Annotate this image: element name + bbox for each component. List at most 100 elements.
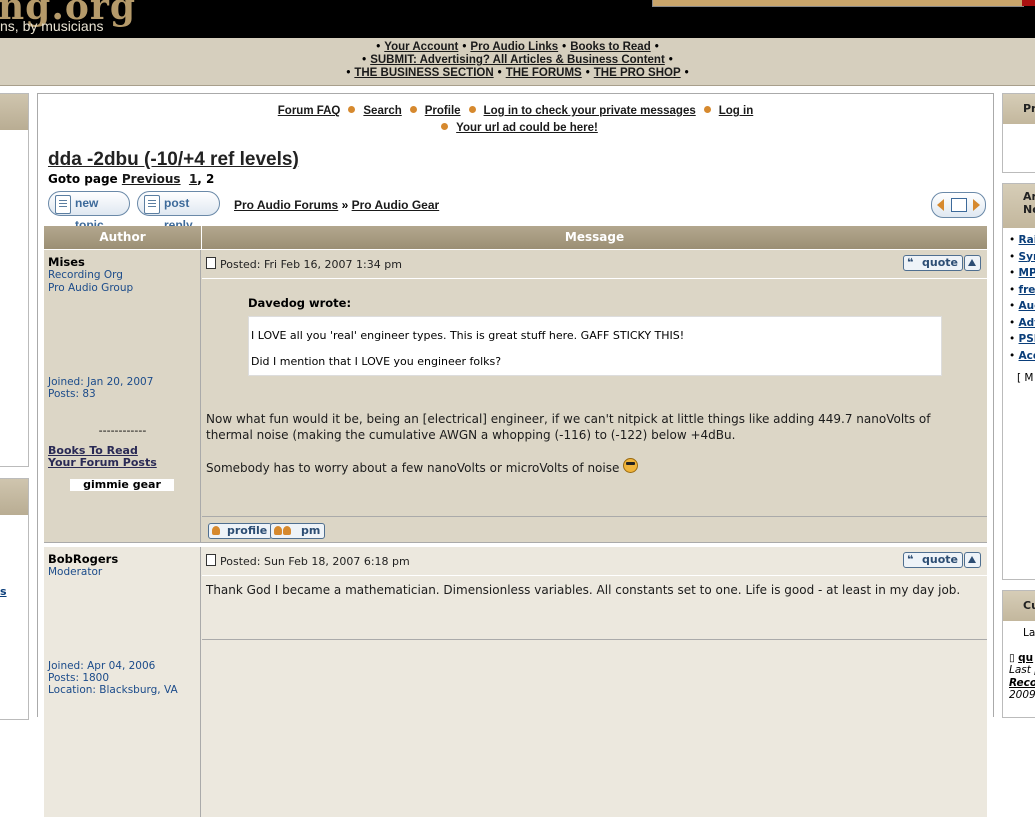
- right-sidebar-box-1: Pr: [1002, 93, 1035, 173]
- news-item[interactable]: • Adv Peac Barr Insu: [1003, 317, 1035, 330]
- pm-icon: [274, 526, 282, 535]
- post-row: BobRogers Moderator Joined: Apr 04, 2006…: [44, 547, 987, 817]
- crumb-forums-link[interactable]: Pro Audio Forums: [234, 198, 338, 212]
- nav-pro-shop[interactable]: THE PRO SHOP: [594, 67, 681, 79]
- pm-button[interactable]: pm: [270, 523, 326, 539]
- ad-banner[interactable]: [652, 0, 1024, 7]
- news-item[interactable]: • Aco & So by A: [1003, 350, 1035, 363]
- gimmie-gear-badge[interactable]: gimmie gear: [70, 479, 174, 491]
- nav-submit[interactable]: SUBMIT: Advertising? All Articles & Busi…: [370, 54, 665, 66]
- bullet-icon: [468, 106, 476, 113]
- post-author-name[interactable]: BobRogers: [48, 552, 196, 566]
- col-message: Message: [564, 230, 625, 244]
- ad-banner-edge: [1022, 0, 1035, 6]
- quote-author: Davedog wrote:: [248, 296, 352, 310]
- bullet-icon: [348, 106, 356, 113]
- topic-title[interactable]: dda -2dbu (-10/+4 ref levels): [48, 149, 299, 171]
- goto-previous-link[interactable]: Previous: [122, 172, 181, 186]
- login-pm-link[interactable]: Log in to check your private messages: [484, 105, 696, 117]
- forum-toplinks: Forum FAQ Search Profile Log in to check yo…: [38, 103, 993, 137]
- bullet-icon: [409, 106, 417, 113]
- post-author-rank: Moderator: [48, 566, 103, 578]
- col-author: Author: [44, 226, 202, 249]
- post-body-2-text: Somebody has to worry about a few nanoVo…: [206, 461, 620, 475]
- post-icon: [206, 554, 216, 566]
- nav-row-1: • Your Account • Pro Audio Links • Books to R…: [376, 41, 659, 53]
- bullet-icon: [703, 106, 711, 113]
- right-box3-year: 2009: [1009, 689, 1035, 701]
- prev-topic-icon[interactable]: [937, 199, 944, 211]
- crumb-gear-link[interactable]: Pro Audio Gear: [352, 198, 440, 212]
- left-sidebar-header-2: [0, 479, 28, 515]
- goto-page-1-link[interactable]: 1: [189, 172, 197, 186]
- left-sidebar-box: [0, 93, 29, 467]
- new-topic-icon: [55, 195, 71, 214]
- topic-index-icon[interactable]: [951, 198, 967, 212]
- post-header: Posted: Sun Feb 18, 2007 6:18 pm: [206, 554, 410, 568]
- profile-button[interactable]: profile: [208, 523, 273, 539]
- author-divider: ------------: [98, 424, 147, 437]
- goto-page-2: 2: [206, 172, 215, 186]
- post-footer-divider: [202, 639, 987, 640]
- back-to-top-icon[interactable]: [964, 255, 981, 271]
- post-body-2: Somebody has to worry about a few nanoVo…: [206, 458, 981, 476]
- news-more-link[interactable]: [ M: [1003, 372, 1035, 385]
- profile-link[interactable]: Profile: [425, 105, 461, 117]
- post-divider: [202, 278, 987, 279]
- breadcrumb: Pro Audio Forums » Pro Audio Gear: [234, 198, 439, 212]
- news-item[interactable]: • MP: [1003, 267, 1035, 280]
- news-item[interactable]: • Syn Real Instr Softw: [1003, 251, 1035, 264]
- post-author-cell: Mises Recording Org Pro Audio Group Join…: [44, 250, 201, 542]
- nav-books-to-read[interactable]: Books to Read: [570, 41, 651, 53]
- post-timestamp: Posted: Fri Feb 16, 2007 1:34 pm: [220, 258, 402, 271]
- left-sidebar-link[interactable]: s: [0, 585, 7, 598]
- news-item[interactable]: • free abou: [1003, 284, 1035, 297]
- post-author-name[interactable]: Mises: [48, 255, 196, 269]
- bullet-icon: [441, 123, 449, 130]
- posts-table-header: Author Message: [44, 226, 987, 249]
- forum-faq-link[interactable]: Forum FAQ: [278, 105, 341, 117]
- search-link[interactable]: Search: [363, 105, 401, 117]
- right-sidebar-news: ArNe • Rai FREE Supp Warr • Syn Real Ins…: [1002, 183, 1035, 580]
- right-box3-reco[interactable]: Reco: [1003, 677, 1035, 690]
- right-box2-title-2: Ne: [1023, 203, 1035, 216]
- right-sidebar-current: Cu La ▯ qu Last p Reco 2009: [1002, 590, 1035, 718]
- post-author-cell: BobRogers Moderator Joined: Apr 04, 2006…: [44, 547, 201, 817]
- nav-your-account[interactable]: Your Account: [384, 41, 458, 53]
- back-to-top-icon[interactable]: [964, 552, 981, 568]
- left-sidebar-header: [0, 94, 28, 130]
- post-footer-divider: [202, 516, 987, 517]
- goto-page: Goto page Previous 1, 2: [48, 172, 215, 186]
- post-message-cell: Posted: Fri Feb 16, 2007 1:34 pm quote D…: [202, 250, 987, 542]
- post-author-location: Location: Blacksburg, VA: [48, 684, 178, 696]
- news-item[interactable]: • PSI from: [1003, 333, 1035, 346]
- site-header: ng.org ns, by musicians: [0, 0, 1035, 38]
- news-item[interactable]: • Aud Spot: [1003, 300, 1035, 313]
- post-author-joined: Joined: Jan 20, 2007: [48, 376, 154, 388]
- forum-main-panel: Forum FAQ Search Profile Log in to check yo…: [37, 93, 994, 817]
- quote-button[interactable]: quote: [903, 255, 963, 271]
- goto-label: Goto page: [48, 172, 118, 186]
- quote-body: I LOVE all you 'real' engineer types. Th…: [248, 316, 942, 376]
- right-box3-item[interactable]: ▯ qu: [1003, 652, 1035, 665]
- right-box2-title: ArNe: [1003, 184, 1035, 228]
- crumb-separator: »: [341, 198, 349, 212]
- pm-button-label: pm: [301, 524, 321, 537]
- post-body: Thank God I became a mathematician. Dime…: [206, 583, 961, 597]
- site-tagline: ns, by musicians: [0, 18, 104, 34]
- post-reply-icon: [144, 195, 160, 214]
- nav-business-section[interactable]: THE BUSINESS SECTION: [354, 67, 493, 79]
- next-topic-icon[interactable]: [973, 199, 980, 211]
- your-forum-posts-link[interactable]: Your Forum Posts: [48, 456, 157, 469]
- profile-button-label: profile: [227, 524, 268, 537]
- post-reply-button[interactable]: post reply: [137, 191, 220, 232]
- new-topic-button[interactable]: new topic: [48, 191, 130, 232]
- nav-pro-audio-links[interactable]: Pro Audio Links: [470, 41, 558, 53]
- quote-button[interactable]: quote: [903, 552, 963, 568]
- login-link[interactable]: Log in: [719, 105, 754, 117]
- news-item[interactable]: • Rai FREE Supp Warr: [1003, 234, 1035, 247]
- ad-link[interactable]: Your url ad could be here!: [456, 122, 598, 134]
- post-header: Posted: Fri Feb 16, 2007 1:34 pm: [206, 257, 402, 271]
- post-author-posts: Posts: 83: [48, 388, 96, 400]
- nav-forums[interactable]: THE FORUMS: [506, 67, 582, 79]
